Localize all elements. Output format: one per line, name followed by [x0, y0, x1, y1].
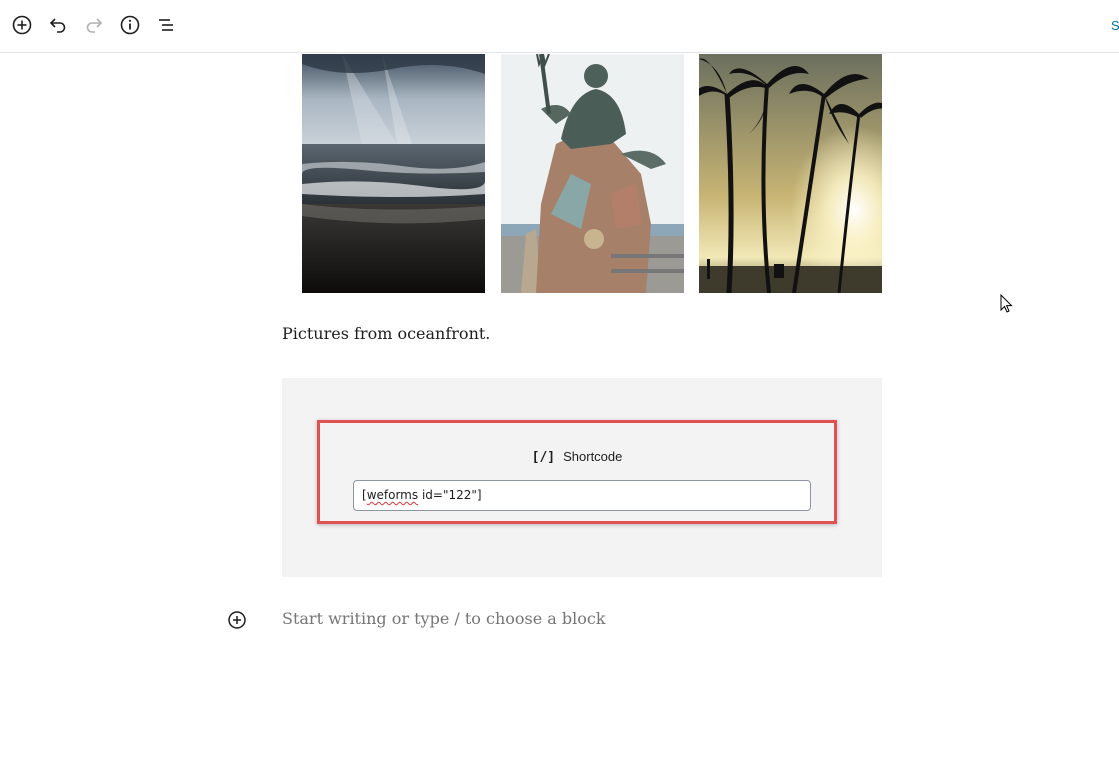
shortcode-value-suffix: id="122"]: [418, 488, 482, 502]
gallery-image-statue[interactable]: [501, 54, 684, 293]
list-icon: [159, 19, 173, 31]
shortcode-value-word: weforms: [366, 488, 419, 502]
shortcode-block[interactable]: [/] Shortcode [weforms id="122"]: [282, 378, 882, 577]
info-button[interactable]: [118, 13, 142, 37]
ocean-photo: [302, 54, 485, 293]
gallery-caption[interactable]: Pictures from oceanfront.: [282, 324, 490, 343]
shortcode-input[interactable]: [weforms id="122"]: [353, 480, 811, 511]
shortcode-header: [/] Shortcode: [320, 449, 834, 465]
block-navigation-button[interactable]: [154, 13, 178, 37]
info-icon: [120, 15, 140, 35]
shortcode-title: Shortcode: [563, 449, 623, 464]
block-inserter-button[interactable]: [227, 610, 247, 630]
shortcode-highlight-box: [/] Shortcode [weforms id="122"]: [317, 420, 837, 524]
mouse-cursor-icon: [1000, 294, 1013, 313]
new-block-placeholder[interactable]: Start writing or type / to choose a bloc…: [282, 609, 606, 628]
add-block-button[interactable]: [10, 13, 34, 37]
gallery-image-ocean[interactable]: [302, 54, 485, 293]
palm-trees-photo: [699, 54, 882, 293]
statue-photo: [501, 54, 684, 293]
editor-toolbar: S: [0, 0, 1119, 53]
redo-button[interactable]: [82, 13, 106, 37]
gallery-image-palms[interactable]: [699, 54, 882, 293]
plus-circle-icon: [12, 15, 32, 35]
undo-button[interactable]: [46, 13, 70, 37]
save-draft-link[interactable]: S: [1111, 18, 1119, 33]
shortcode-icon: [/]: [531, 450, 556, 465]
plus-circle-icon: [228, 611, 246, 629]
redo-icon: [86, 18, 103, 33]
undo-icon: [49, 18, 66, 33]
gallery-block[interactable]: [302, 54, 882, 293]
